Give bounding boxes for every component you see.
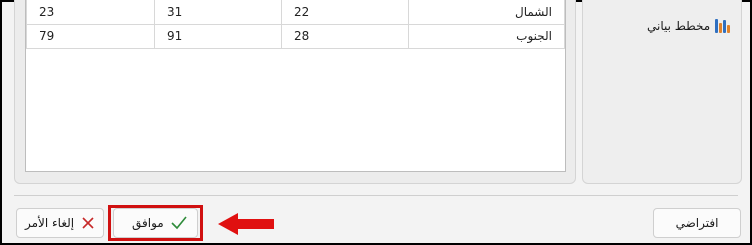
table-cell[interactable]: 31 <box>154 0 282 25</box>
table-cell[interactable]: 22 <box>281 0 409 25</box>
close-icon <box>82 217 94 229</box>
table-cell-region[interactable]: الشمال <box>408 0 565 25</box>
ok-button[interactable]: موافق <box>113 208 198 238</box>
table-panel: الشمال 22 31 23 الجنوب 28 91 79 <box>14 0 576 184</box>
left-arrow-icon <box>218 213 274 235</box>
data-table: الشمال 22 31 23 الجنوب 28 91 79 <box>26 0 565 49</box>
data-table-container[interactable]: الشمال 22 31 23 الجنوب 28 91 79 <box>25 0 566 172</box>
sidebar-item-label: مخطط بياني <box>647 19 711 33</box>
sidebar-panel: مخطط بياني <box>582 0 742 184</box>
footer-divider <box>14 195 738 196</box>
table-cell[interactable]: 91 <box>154 24 282 49</box>
table-row[interactable]: الشمال 22 31 23 <box>26 0 565 25</box>
cancel-button-label: إلغاء الأمر <box>25 216 75 230</box>
ok-button-label: موافق <box>132 216 164 230</box>
table-row[interactable]: الجنوب 28 91 79 <box>26 24 565 49</box>
default-button[interactable]: افتراضي <box>653 208 741 238</box>
table-cell-region[interactable]: الجنوب <box>408 24 565 49</box>
bar-chart-icon <box>715 19 731 33</box>
table-cell[interactable]: 28 <box>281 24 409 49</box>
check-icon <box>171 216 187 230</box>
table-cell[interactable]: 23 <box>26 0 155 25</box>
sidebar-item-chart[interactable]: مخطط بياني <box>647 15 731 37</box>
default-button-label: افتراضي <box>675 216 719 230</box>
table-cell[interactable]: 79 <box>26 24 155 49</box>
dialog-frame: مخطط بياني الشمال 22 31 23 الجنوب 28 91 <box>0 0 752 245</box>
cancel-button[interactable]: إلغاء الأمر <box>16 208 104 238</box>
